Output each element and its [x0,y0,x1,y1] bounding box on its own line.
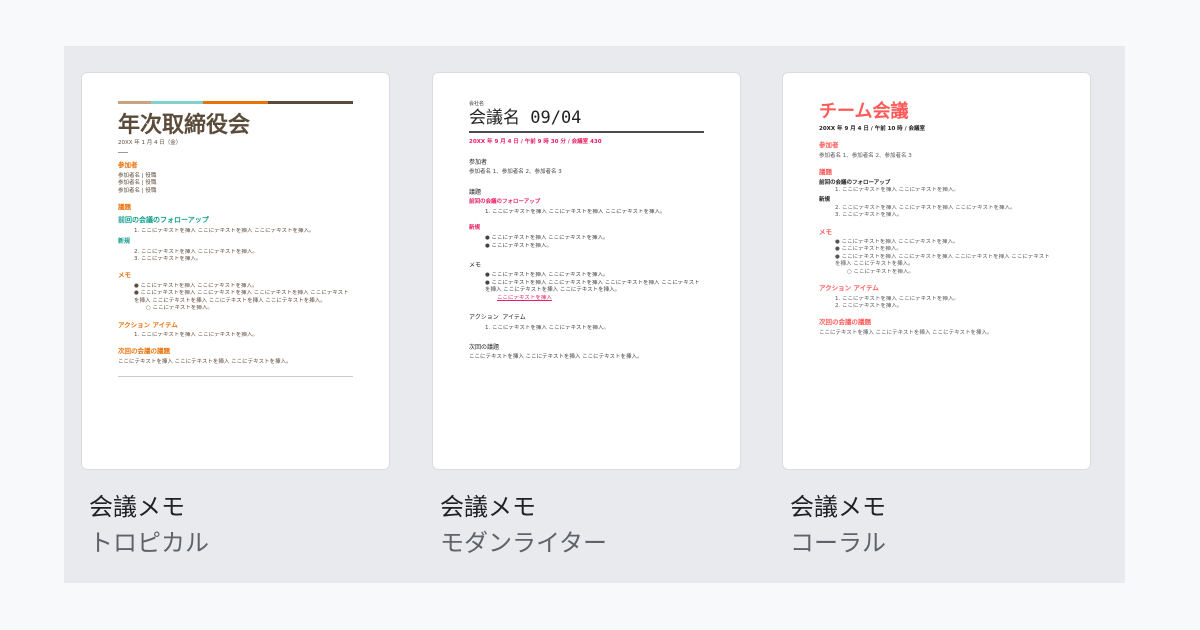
preview-list-text: ここにテキストを挿入 ここにテキストを挿入。 [841,239,959,246]
preview-subheading: 新規 [469,224,481,231]
preview-list-item: 1. ここにテキストを挿入 ここにテキストを挿入。 [134,331,258,338]
preview-list-item: 1. ここにテキストを挿入 ここにテキストを挿入 ここにテキストを挿入。 [134,227,315,234]
preview-subheading: 前回の会議のフォローアップ [118,216,209,225]
preview-heading: メモ [469,262,482,270]
preview-heading: 次回の会議の議題 [118,347,170,356]
preview-list-item: ● ここにテキストを挿入 ここにテキストを挿入 ここにテキストを挿入 ここにテキ… [134,290,349,304]
preview-text: 参加者名 1、参加者名 2、参加者名 3 [469,169,562,176]
preview-heading: 議題 [469,188,482,196]
template-name: 会議メモ [790,493,886,521]
preview-subheading: 前回の会議のフォローアップ [819,179,891,186]
preview-list-item: 2. ここにテキストを挿入 ここにテキストを挿入 ここにテキストを挿入。 [835,204,1016,211]
preview-list-item: 2. ここにテキストを挿入 ここにテキストを挿入。 [134,248,258,255]
template-card-tropical[interactable]: 年次取締役会 20XX 年 1 月 4 日（金） 参加者 参加者名 | 役職 参… [81,72,390,558]
preview-heading: 議題 [819,168,832,177]
color-stripe [118,101,353,104]
preview-heading: 参加者 [118,161,138,170]
preview-subheading: 前回の会議のフォローアップ [469,199,541,206]
preview-list-item: 1. ここにテキストを挿入 ここにテキストを挿入。 [835,187,959,194]
preview-list-item: ● ここにテキストを挿入。 [835,246,902,253]
template-style: モダンライター [440,529,608,557]
preview-title: チーム会議 [819,101,909,122]
preview-text: ここにテキストを挿入 ここにテキストを挿入 ここにテキストを挿入。 [819,329,993,336]
template-thumbnail-coral[interactable]: チーム会議 20XX 年 9 月 4 日 / 午前 10 時 / 会議室 参加者… [782,72,1091,470]
preview-list-item: ○ ここにテキストを挿入。 [146,305,213,312]
preview-list-item: ○ ここにテキストを挿入。 [847,268,914,275]
preview-heading: アクション アイテム [469,314,526,322]
preview-line: 参加者名 | 役職 [118,187,157,194]
preview-subheading: 新規 [118,238,131,246]
preview-date: 20XX 年 1 月 4 日（金） [118,140,182,146]
preview-link: ここにテキストを挿入 [497,294,552,301]
preview-datetime: 20XX 年 9 月 4 日 / 午前 10 時 / 会議室 [819,126,926,132]
preview-list-item: 1. ここにテキストを挿入 ここにテキストを挿入 ここにテキストを挿入。 [485,209,666,216]
preview-list-item: 1. ここにテキストを挿入 ここにテキストを挿入。 [835,295,959,302]
preview-list-item: 1. ここにテキストを挿入 ここにテキストを挿入。 [485,324,609,331]
template-card-modern-writer[interactable]: 会社名 会議名 09/04 20XX 年 9 月 4 日 / 午前 9 時 30… [432,72,741,558]
preview-datetime: 20XX 年 9 月 4 日 / 午前 9 時 30 分 / 会議室 430 [469,139,602,146]
preview-list-item: ● ここにテキストを挿入 ここにテキストを挿入。 [485,272,609,279]
template-gallery-panel: 年次取締役会 20XX 年 1 月 4 日（金） 参加者 参加者名 | 役職 参… [64,46,1125,583]
preview-list-item: ● ここにテキストを挿入 ここにテキストを挿入。 [485,235,609,242]
template-card-coral[interactable]: チーム会議 20XX 年 9 月 4 日 / 午前 10 時 / 会議室 参加者… [782,72,1091,558]
preview-heading: 議題 [118,203,131,212]
preview-list-item: ● ここにテキストを挿入 ここにテキストを挿入。 [835,239,959,246]
preview-list-item: ● ここにテキストを挿入 ここにテキストを挿入 ここにテキストを挿入 ここにテキ… [485,279,700,294]
document-preview: 年次取締役会 20XX 年 1 月 4 日（金） 参加者 参加者名 | 役職 参… [118,101,353,378]
preview-list-item: 3. ここにテキストを挿入。 [835,212,903,219]
preview-company: 会社名 [469,101,485,107]
document-preview: チーム会議 20XX 年 9 月 4 日 / 午前 10 時 / 会議室 参加者… [819,101,1054,337]
preview-list-text: ここにテキストを挿入 ここにテキストを挿入 ここにテキストを挿入 ここにテキスト… [835,253,1050,268]
preview-heading: メモ [819,227,832,236]
preview-heading: 参加者 [469,158,488,166]
preview-subheading: 新規 [819,197,831,204]
template-name: 会議メモ [440,493,536,521]
preview-heading: アクション アイテム [118,320,178,329]
preview-title: 会議名 09/04 [469,108,582,129]
preview-list-item: 3. ここにテキストを挿入。 [134,256,202,263]
preview-list-item: ● ここにテキストを挿入 ここにテキストを挿入。 [134,282,258,289]
preview-text: ここにテキストを挿入 ここにテキストを挿入 ここにテキストを挿入。 [118,358,292,365]
preview-heading: 参加者 [819,141,839,150]
preview-text: 参加者名 1、参加者名 2、参加者名 3 [819,152,912,159]
preview-line: 参加者名 | 役職 [118,180,157,187]
document-preview: 会社名 会議名 09/04 20XX 年 9 月 4 日 / 午前 9 時 30… [469,101,704,362]
template-name: 会議メモ [89,493,185,521]
template-style: コーラル [790,529,886,557]
preview-text: ここにテキストを挿入 ここにテキストを挿入 ここにテキストを挿入。 [469,354,643,361]
preview-list-item: ● ここにテキストを挿入 ここにテキストを挿入 ここにテキストを挿入 ここにテキ… [835,253,1050,268]
preview-title: 年次取締役会 [118,112,251,138]
preview-list-item: 2. ここにテキストを挿入。 [835,302,903,309]
template-thumbnail-tropical[interactable]: 年次取締役会 20XX 年 1 月 4 日（金） 参加者 参加者名 | 役職 参… [81,72,390,470]
preview-heading: アクション アイテム [819,284,879,293]
template-thumbnail-modern-writer[interactable]: 会社名 会議名 09/04 20XX 年 9 月 4 日 / 午前 9 時 30… [432,72,741,470]
preview-list-text: ここにテキストを挿入。 [841,246,902,253]
preview-heading: 次回の議題 [469,343,500,351]
preview-heading: 次回の会議の議題 [819,318,871,327]
preview-list-item: ● ここにテキストを挿入。 [485,242,552,249]
template-style: トロピカル [89,529,209,557]
preview-heading: メモ [118,271,131,280]
